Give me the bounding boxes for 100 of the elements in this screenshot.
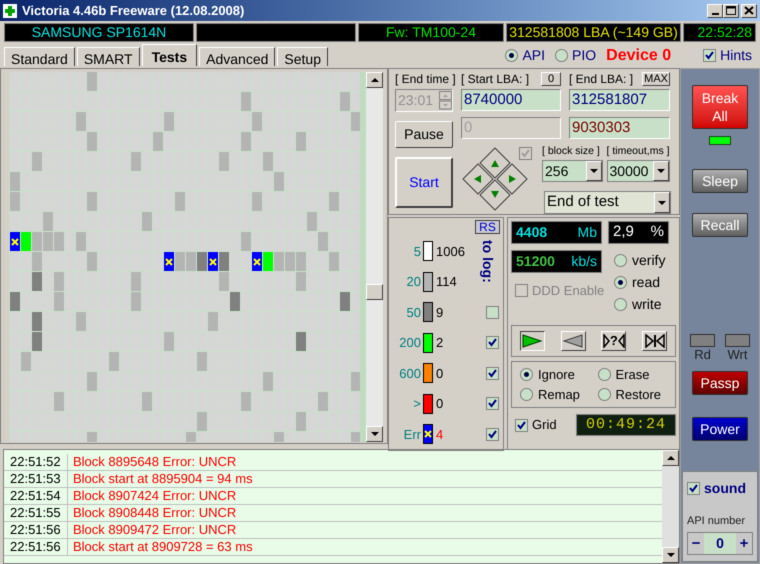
radio-label: PIO [572,46,596,65]
log-time: 22:51:56 [4,522,68,538]
start-lba-field[interactable]: 8740000 [461,89,561,111]
tab[interactable]: Tests [142,44,198,66]
radio-label: verify [632,250,666,270]
radio-button[interactable] [520,388,533,401]
log-checkbox[interactable] [486,397,499,410]
delay-threshold: 200 [398,334,421,352]
log-scrollbar[interactable] [662,450,679,563]
percent-readout: 2,9 % [608,221,669,244]
caret-icon [657,169,665,173]
max-button[interactable]: MAX [642,72,670,86]
log-checkbox[interactable] [486,366,499,380]
end-lba-field[interactable]: 312581807 [569,89,670,111]
arrow-button[interactable] [479,179,511,211]
radio-button[interactable] [598,368,610,381]
delay-threshold: > [412,395,421,413]
checkbox-label: DDD Enable [532,282,604,300]
log-message: Block 8909472 Error: UNCR [72,522,236,538]
field-label: [ End time ] [395,72,453,86]
log-message: Block 8907424 Error: UNCR [72,488,236,504]
tab[interactable]: Standard [4,47,75,66]
log-checkbox[interactable] [486,336,499,350]
maximize-button[interactable] [723,4,739,18]
spinner[interactable] [439,91,452,110]
log-time: 22:51:53 [4,471,68,487]
radio-button[interactable] [614,298,627,310]
window-title: Victoria 4.46b Freeware (12.08.2008) [22,2,244,20]
position-lba-field: 9030303 [569,117,670,139]
tab[interactable]: SMART [76,47,140,66]
sleep-button[interactable]: Sleep [692,169,748,193]
radio-button[interactable] [598,388,610,401]
break-all-button[interactable]: Break All [692,85,748,129]
drive-capacity: 312581808 LBA (~149 GB) [506,22,681,42]
field-label: [ block size ] [542,145,600,158]
log-time: 22:51:55 [4,505,68,521]
tab[interactable]: Advanced [199,47,276,66]
close-button[interactable] [741,4,757,18]
to-log-label: to log: [479,240,497,283]
log-message: Block 8908448 Error: UNCR [72,505,236,521]
radio-button[interactable] [555,49,568,62]
drive-model: SAMSUNG SP1614N [4,22,194,42]
device-label: Device 0 [606,46,672,66]
close-icon [742,4,756,17]
log-time: 22:51:52 [4,454,68,470]
radio-label: Restore [616,386,662,404]
delay-threshold: 20 [406,273,421,291]
log-message: Block 8895648 Error: UNCR [72,454,236,470]
delay-threshold: 50 [406,304,421,322]
grid-checkbox[interactable] [515,418,528,432]
field-label: [ Start LBA: ] [461,72,530,86]
radio-button[interactable] [505,49,518,62]
sound-checkbox[interactable] [687,482,700,495]
triangles-bar-icon [644,334,666,348]
block-size-dropdown[interactable]: 256 [542,160,603,182]
arrow-button[interactable] [496,163,528,195]
scan-button[interactable]: ? [601,331,626,351]
caret-icon [658,200,666,204]
megabytes-readout: 4408 Mb [511,221,602,244]
recall-button[interactable]: Recall [692,213,748,237]
caret-icon [590,169,598,173]
scrollbar[interactable] [366,72,383,442]
hints-checkbox[interactable] [703,49,716,62]
scroll-up-button[interactable] [366,72,383,88]
radio-button[interactable] [614,276,627,288]
arrow-button[interactable] [462,163,494,195]
log-checkbox[interactable] [486,306,499,319]
tab[interactable]: Setup [277,47,328,66]
down-arrow-icon [666,553,674,557]
indicator-label: Wrt [728,347,748,362]
reset-button[interactable]: 0 [541,72,561,86]
power-button[interactable]: Power [692,417,748,441]
block-count: 2 [436,334,444,352]
timeout-dropdown[interactable]: 30000 [606,160,670,182]
scroll-down-button[interactable] [662,547,679,563]
end-action-dropdown[interactable]: End of test [544,191,671,214]
minimize-button[interactable] [707,4,723,18]
scroll-down-button[interactable] [366,426,383,442]
passp-button[interactable]: Passp [692,371,748,395]
radio-button[interactable] [614,254,627,266]
left-triangle-icon [618,334,625,348]
status-led [709,136,731,145]
start-button[interactable]: Start [395,157,453,208]
rs-button[interactable]: RS [475,220,500,234]
right-triangle-icon [602,334,610,348]
log-checkbox[interactable] [486,428,499,441]
maximize-icon [724,4,738,17]
radio-label: Remap [538,386,580,404]
pause-button[interactable]: Pause [395,121,453,148]
checkbox-label: Grid [532,416,557,434]
speed-readout: 51200 kb/s [511,250,602,273]
radio-button[interactable] [520,368,533,381]
minimize-icon [712,12,718,14]
arrow-button[interactable] [479,147,511,179]
scroll-up-button[interactable] [662,450,679,466]
radio-label: API [522,46,546,65]
scan-button[interactable] [520,331,545,351]
firmware-version: Fw: TM100-24 [358,22,504,42]
radio-label: write [632,294,662,314]
scroll-thumb[interactable] [366,284,383,300]
